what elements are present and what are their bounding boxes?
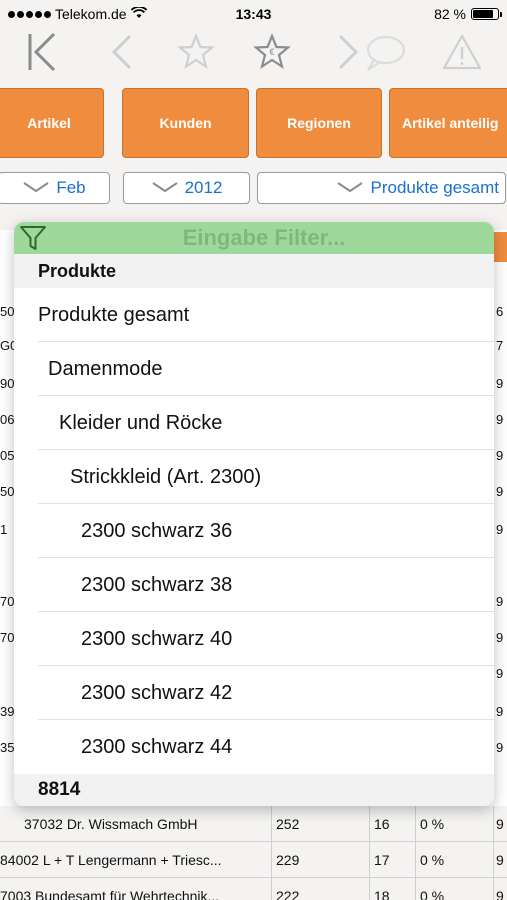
value-cell: 252 bbox=[272, 806, 370, 842]
row-edge-left: 90 bbox=[0, 375, 14, 391]
list-item-label: 2300 schwarz 36 bbox=[81, 519, 233, 542]
row-edge-right: 9 bbox=[496, 703, 504, 719]
list-item-label: 2300 schwarz 42 bbox=[81, 681, 233, 704]
edge-cell: 9 bbox=[496, 816, 504, 832]
customer-cell: 7003 Bundesamt für Wehrtechnik... bbox=[0, 878, 272, 900]
row-edge-left: 50 bbox=[0, 483, 14, 499]
row-edge-left: 70 bbox=[0, 629, 14, 645]
edge-cell: 9 bbox=[496, 852, 504, 868]
list-item[interactable]: 2300 schwarz 36 bbox=[14, 504, 494, 558]
percent-cell: 0 % bbox=[416, 878, 494, 900]
comment-icon[interactable] bbox=[362, 30, 408, 79]
row-edge-right: 9 bbox=[496, 411, 504, 427]
toolbar: € bbox=[0, 28, 507, 80]
list-item[interactable]: Produkte gesamt bbox=[14, 288, 494, 342]
row-edge-left: 06 bbox=[0, 411, 14, 427]
list-item[interactable]: 2300 schwarz 40 bbox=[14, 612, 494, 666]
row-edge-right: 9 bbox=[496, 629, 504, 645]
list-item[interactable]: 2300 schwarz 44 bbox=[14, 720, 494, 774]
product-select[interactable]: Produkte gesamt bbox=[257, 172, 506, 204]
list-item-label: Produkte gesamt bbox=[38, 303, 190, 326]
list-item-label: 2300 schwarz 38 bbox=[81, 573, 233, 596]
tab-regionen[interactable]: Regionen bbox=[256, 88, 382, 158]
forward-icon[interactable] bbox=[334, 30, 364, 79]
row-edge-left bbox=[0, 548, 14, 582]
battery-icon bbox=[471, 8, 502, 20]
percent-cell: 0 % bbox=[416, 806, 494, 842]
filter-icon[interactable] bbox=[18, 224, 48, 257]
back-icon[interactable] bbox=[106, 30, 136, 79]
row-edge-left: 39 bbox=[0, 703, 14, 719]
list-item-label: Kleider und Röcke bbox=[59, 411, 223, 434]
row-edge-right: 9 bbox=[496, 521, 504, 537]
list-header: Produkte bbox=[14, 254, 494, 288]
list-item[interactable]: Kleider und Röcke bbox=[14, 396, 494, 450]
row-edge-left bbox=[0, 656, 14, 690]
row-edge-right: 6 bbox=[496, 303, 504, 319]
chevron-down-icon bbox=[336, 178, 364, 198]
value-cell: 229 bbox=[272, 842, 370, 878]
list-item[interactable]: Strickkleid (Art. 2300) bbox=[14, 450, 494, 504]
chevron-down-icon bbox=[22, 178, 50, 198]
battery-percent: 82 % bbox=[434, 6, 466, 22]
row-edge-left: G0 bbox=[0, 337, 14, 353]
list-item-label: Strickkleid (Art. 2300) bbox=[70, 465, 262, 488]
warning-icon[interactable] bbox=[440, 30, 484, 79]
edge-cell: 9 bbox=[496, 888, 504, 900]
row-edge-left: 50 bbox=[0, 303, 14, 319]
clock: 13:43 bbox=[235, 6, 272, 22]
back-to-start-icon[interactable] bbox=[24, 30, 60, 79]
tab-artikel-anteilig[interactable]: Artikel anteilig bbox=[389, 88, 507, 158]
customer-cell: 84002 L + T Lengermann + Triesc... bbox=[0, 842, 272, 878]
list-item-label: 2300 schwarz 44 bbox=[81, 735, 233, 758]
row-edge-left: 70 bbox=[0, 593, 14, 609]
year-value: 2012 bbox=[184, 178, 223, 197]
chevron-down-icon bbox=[151, 178, 179, 198]
product-dropdown: Produkte Produkte gesamt Damenmode Kleid… bbox=[14, 222, 494, 806]
row-edge-left: 05 bbox=[0, 447, 14, 463]
svg-text:€: € bbox=[269, 47, 274, 57]
row-edge-right: 9 bbox=[496, 447, 504, 463]
table-row[interactable]: 84002 L + T Lengermann + Triesc... 229 1… bbox=[0, 842, 507, 878]
row-edge-right: 9 bbox=[496, 593, 504, 609]
status-bar: Telekom.de 13:43 82 % bbox=[0, 0, 507, 28]
row-edge-left: 1 bbox=[0, 521, 8, 537]
table-row[interactable]: 37032 Dr. Wissmach GmbH 252 16 0 % 9 bbox=[0, 806, 507, 842]
tab-artikel[interactable]: Artikel bbox=[0, 88, 104, 158]
count-cell: 18 bbox=[370, 878, 416, 900]
row-edge-right: 9 bbox=[496, 483, 504, 499]
count-cell: 16 bbox=[370, 806, 416, 842]
filter-bar bbox=[14, 222, 494, 254]
month-select[interactable]: Feb bbox=[0, 172, 110, 204]
list-footer: 8814 bbox=[14, 774, 494, 806]
year-select[interactable]: 2012 bbox=[123, 172, 250, 204]
star-icon[interactable] bbox=[176, 30, 216, 79]
filter-input[interactable] bbox=[54, 222, 474, 254]
battery-status: 82 % bbox=[434, 6, 502, 22]
tab-bar: Artikel Kunden Regionen Artikel anteilig bbox=[0, 88, 507, 160]
list-item-label: Damenmode bbox=[48, 357, 163, 380]
list-item[interactable]: 2300 schwarz 42 bbox=[14, 666, 494, 720]
product-value: Produkte gesamt bbox=[370, 178, 499, 197]
list-item[interactable]: Damenmode bbox=[14, 342, 494, 396]
row-edge-right: 9 bbox=[496, 375, 504, 391]
filter-selects: Feb 2012 Produkte gesamt bbox=[0, 172, 507, 206]
euro-star-icon[interactable]: € bbox=[252, 30, 292, 79]
value-cell: 222 bbox=[272, 878, 370, 900]
table-row[interactable]: 7003 Bundesamt für Wehrtechnik... 222 18… bbox=[0, 878, 507, 900]
row-edge-left: 35 bbox=[0, 739, 14, 755]
percent-cell: 0 % bbox=[416, 842, 494, 878]
row-edge-right: 7 bbox=[496, 337, 504, 353]
row-edge-right bbox=[496, 548, 507, 582]
customer-cell: 37032 Dr. Wissmach GmbH bbox=[0, 806, 272, 842]
list-item[interactable]: 2300 schwarz 38 bbox=[14, 558, 494, 612]
month-value: Feb bbox=[56, 178, 86, 197]
list-item-label: 2300 schwarz 40 bbox=[81, 627, 233, 650]
row-edge-right: 9 bbox=[496, 739, 504, 755]
header-cell-edge bbox=[494, 232, 507, 262]
count-cell: 17 bbox=[370, 842, 416, 878]
row-edge-right: 9 bbox=[496, 665, 504, 681]
tab-kunden[interactable]: Kunden bbox=[122, 88, 249, 158]
